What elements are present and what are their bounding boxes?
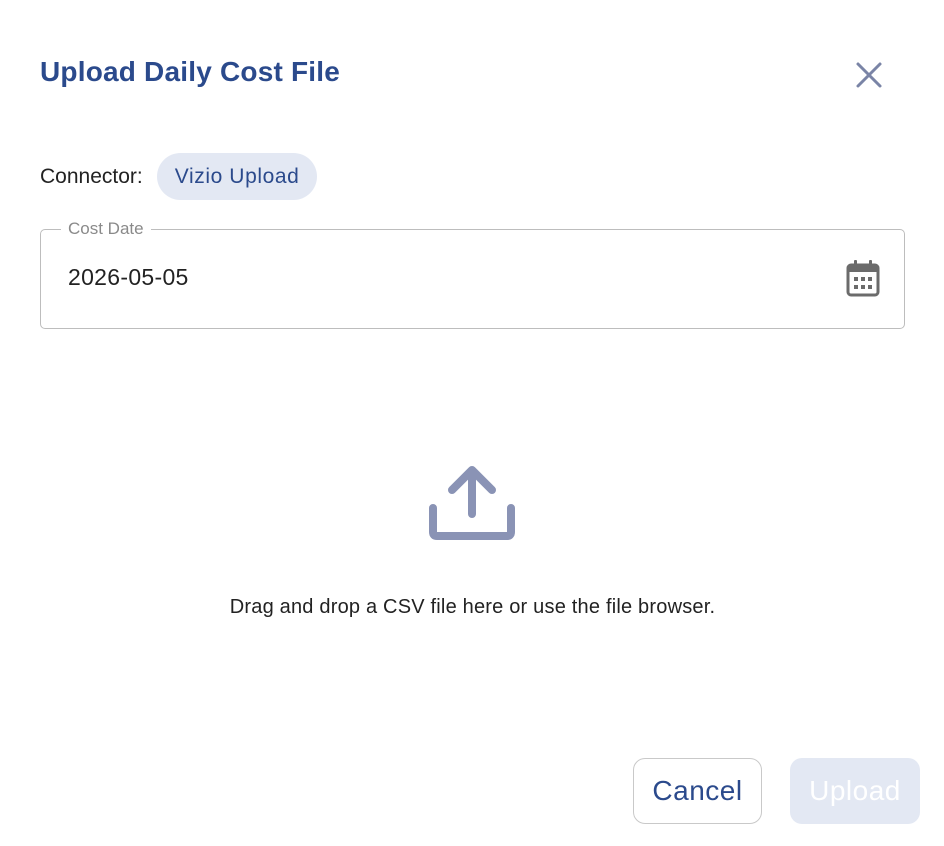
cost-date-label: Cost Date bbox=[61, 219, 151, 239]
upload-dialog: Upload Daily Cost File Connector: Vizio … bbox=[0, 0, 944, 846]
dropzone-instructions: Drag and drop a CSV file here or use the… bbox=[229, 596, 716, 618]
cost-date-input[interactable]: 2026-05-05 bbox=[68, 264, 189, 291]
connector-chip: Vizio Upload bbox=[156, 153, 318, 200]
connector-label: Connector: bbox=[40, 164, 143, 188]
file-dropzone[interactable]: Drag and drop a CSV file here or use the… bbox=[40, 360, 905, 690]
cancel-button[interactable]: Cancel bbox=[633, 758, 762, 824]
calendar-icon bbox=[846, 260, 880, 297]
calendar-button[interactable] bbox=[843, 256, 883, 300]
dialog-title: Upload Daily Cost File bbox=[40, 56, 340, 87]
upload-button[interactable]: Upload bbox=[790, 758, 920, 824]
close-button[interactable] bbox=[848, 54, 890, 96]
upload-icon bbox=[429, 466, 515, 540]
cost-date-field[interactable]: Cost Date 2026-05-05 bbox=[40, 219, 905, 329]
connector-row: Connector: Vizio Upload bbox=[40, 153, 318, 200]
close-icon bbox=[856, 62, 882, 88]
